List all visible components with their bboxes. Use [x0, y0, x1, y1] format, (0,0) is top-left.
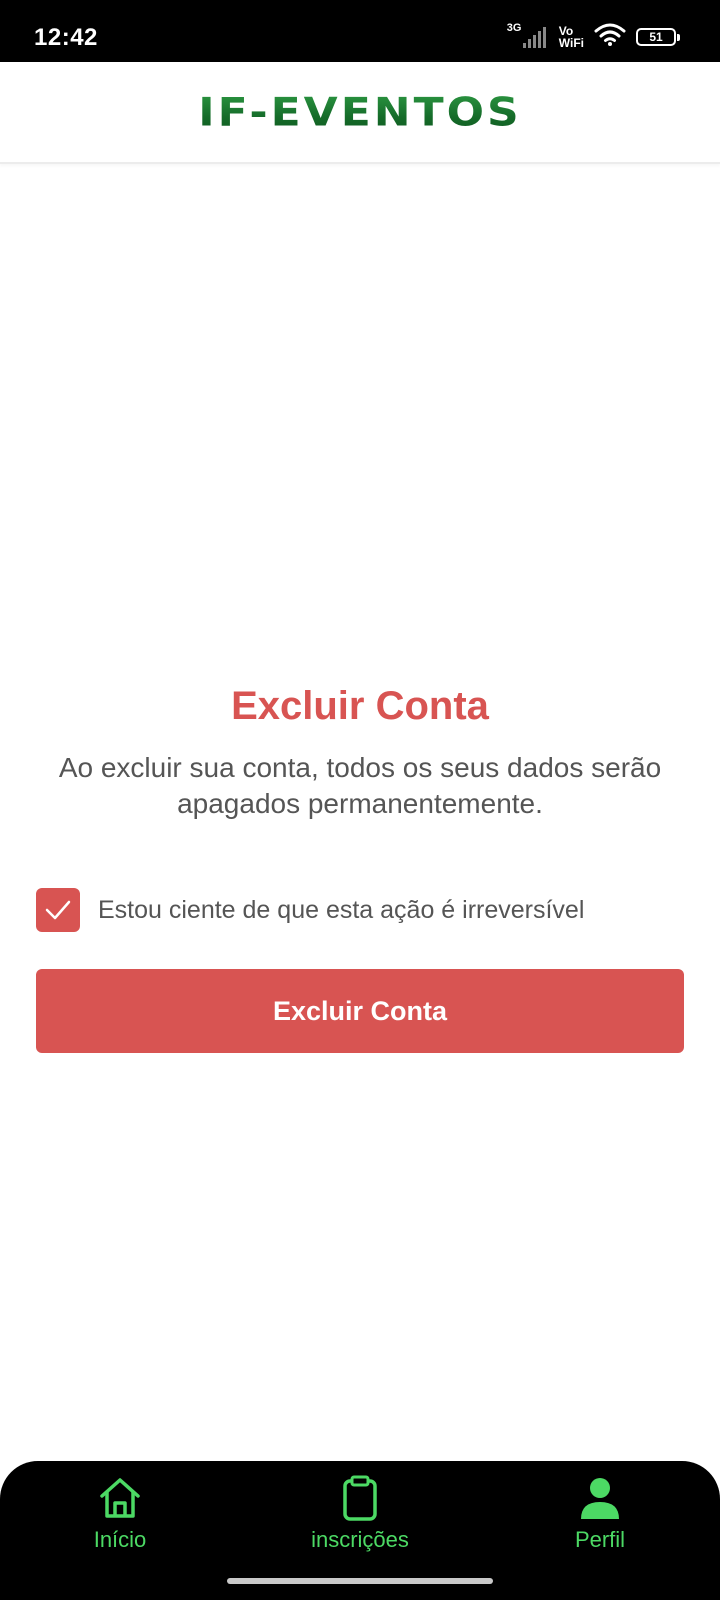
confirm-checkbox-label[interactable]: Estou ciente de que esta ação é irrevers…: [98, 896, 584, 925]
status-bar: 12:42 3G Vo WiFi 51: [0, 0, 720, 62]
nav-label-inscricoes: inscrições: [311, 1527, 409, 1552]
confirm-checkbox-row[interactable]: Estou ciente de que esta ação é irrevers…: [36, 888, 584, 932]
person-icon: [581, 1478, 619, 1519]
nav-item-inscricoes[interactable]: inscrições: [260, 1475, 460, 1553]
nav-label-perfil: Perfil: [574, 1527, 626, 1552]
nav-item-perfil[interactable]: Perfil: [500, 1475, 700, 1553]
home-indicator[interactable]: [227, 1578, 493, 1584]
wifi-icon: [594, 23, 626, 52]
delete-account-section: Excluir Conta Ao excluir sua conta, todo…: [36, 680, 684, 822]
delete-account-button[interactable]: Excluir Conta: [36, 969, 684, 1053]
status-time: 12:42: [34, 24, 98, 51]
page-title: Excluir Conta: [231, 684, 489, 728]
screen: 12:42 3G Vo WiFi 51 IF-EVENTOS Excluir C…: [0, 0, 720, 1600]
home-icon: [100, 1478, 140, 1518]
app-logo: IF-EVENTOS: [198, 89, 522, 135]
vowifi-indicator: Vo WiFi: [559, 25, 584, 49]
battery-icon: 51: [636, 28, 680, 46]
warning-description: Ao excluir sua conta, todos os seus dado…: [58, 752, 662, 819]
nav-label-inicio: Início: [93, 1527, 147, 1552]
vowifi-bottom: WiFi: [558, 36, 584, 50]
clipboard-icon: [343, 1475, 377, 1521]
nav-item-inicio[interactable]: Início: [20, 1475, 220, 1553]
confirm-checkbox[interactable]: [36, 888, 80, 932]
battery-level: 51: [649, 30, 663, 44]
cellular-signal-icon: 3G: [507, 22, 549, 50]
status-icons: 3G Vo WiFi 51: [507, 22, 680, 52]
app-header: IF-EVENTOS: [0, 62, 720, 164]
checkmark-icon: [45, 900, 71, 920]
